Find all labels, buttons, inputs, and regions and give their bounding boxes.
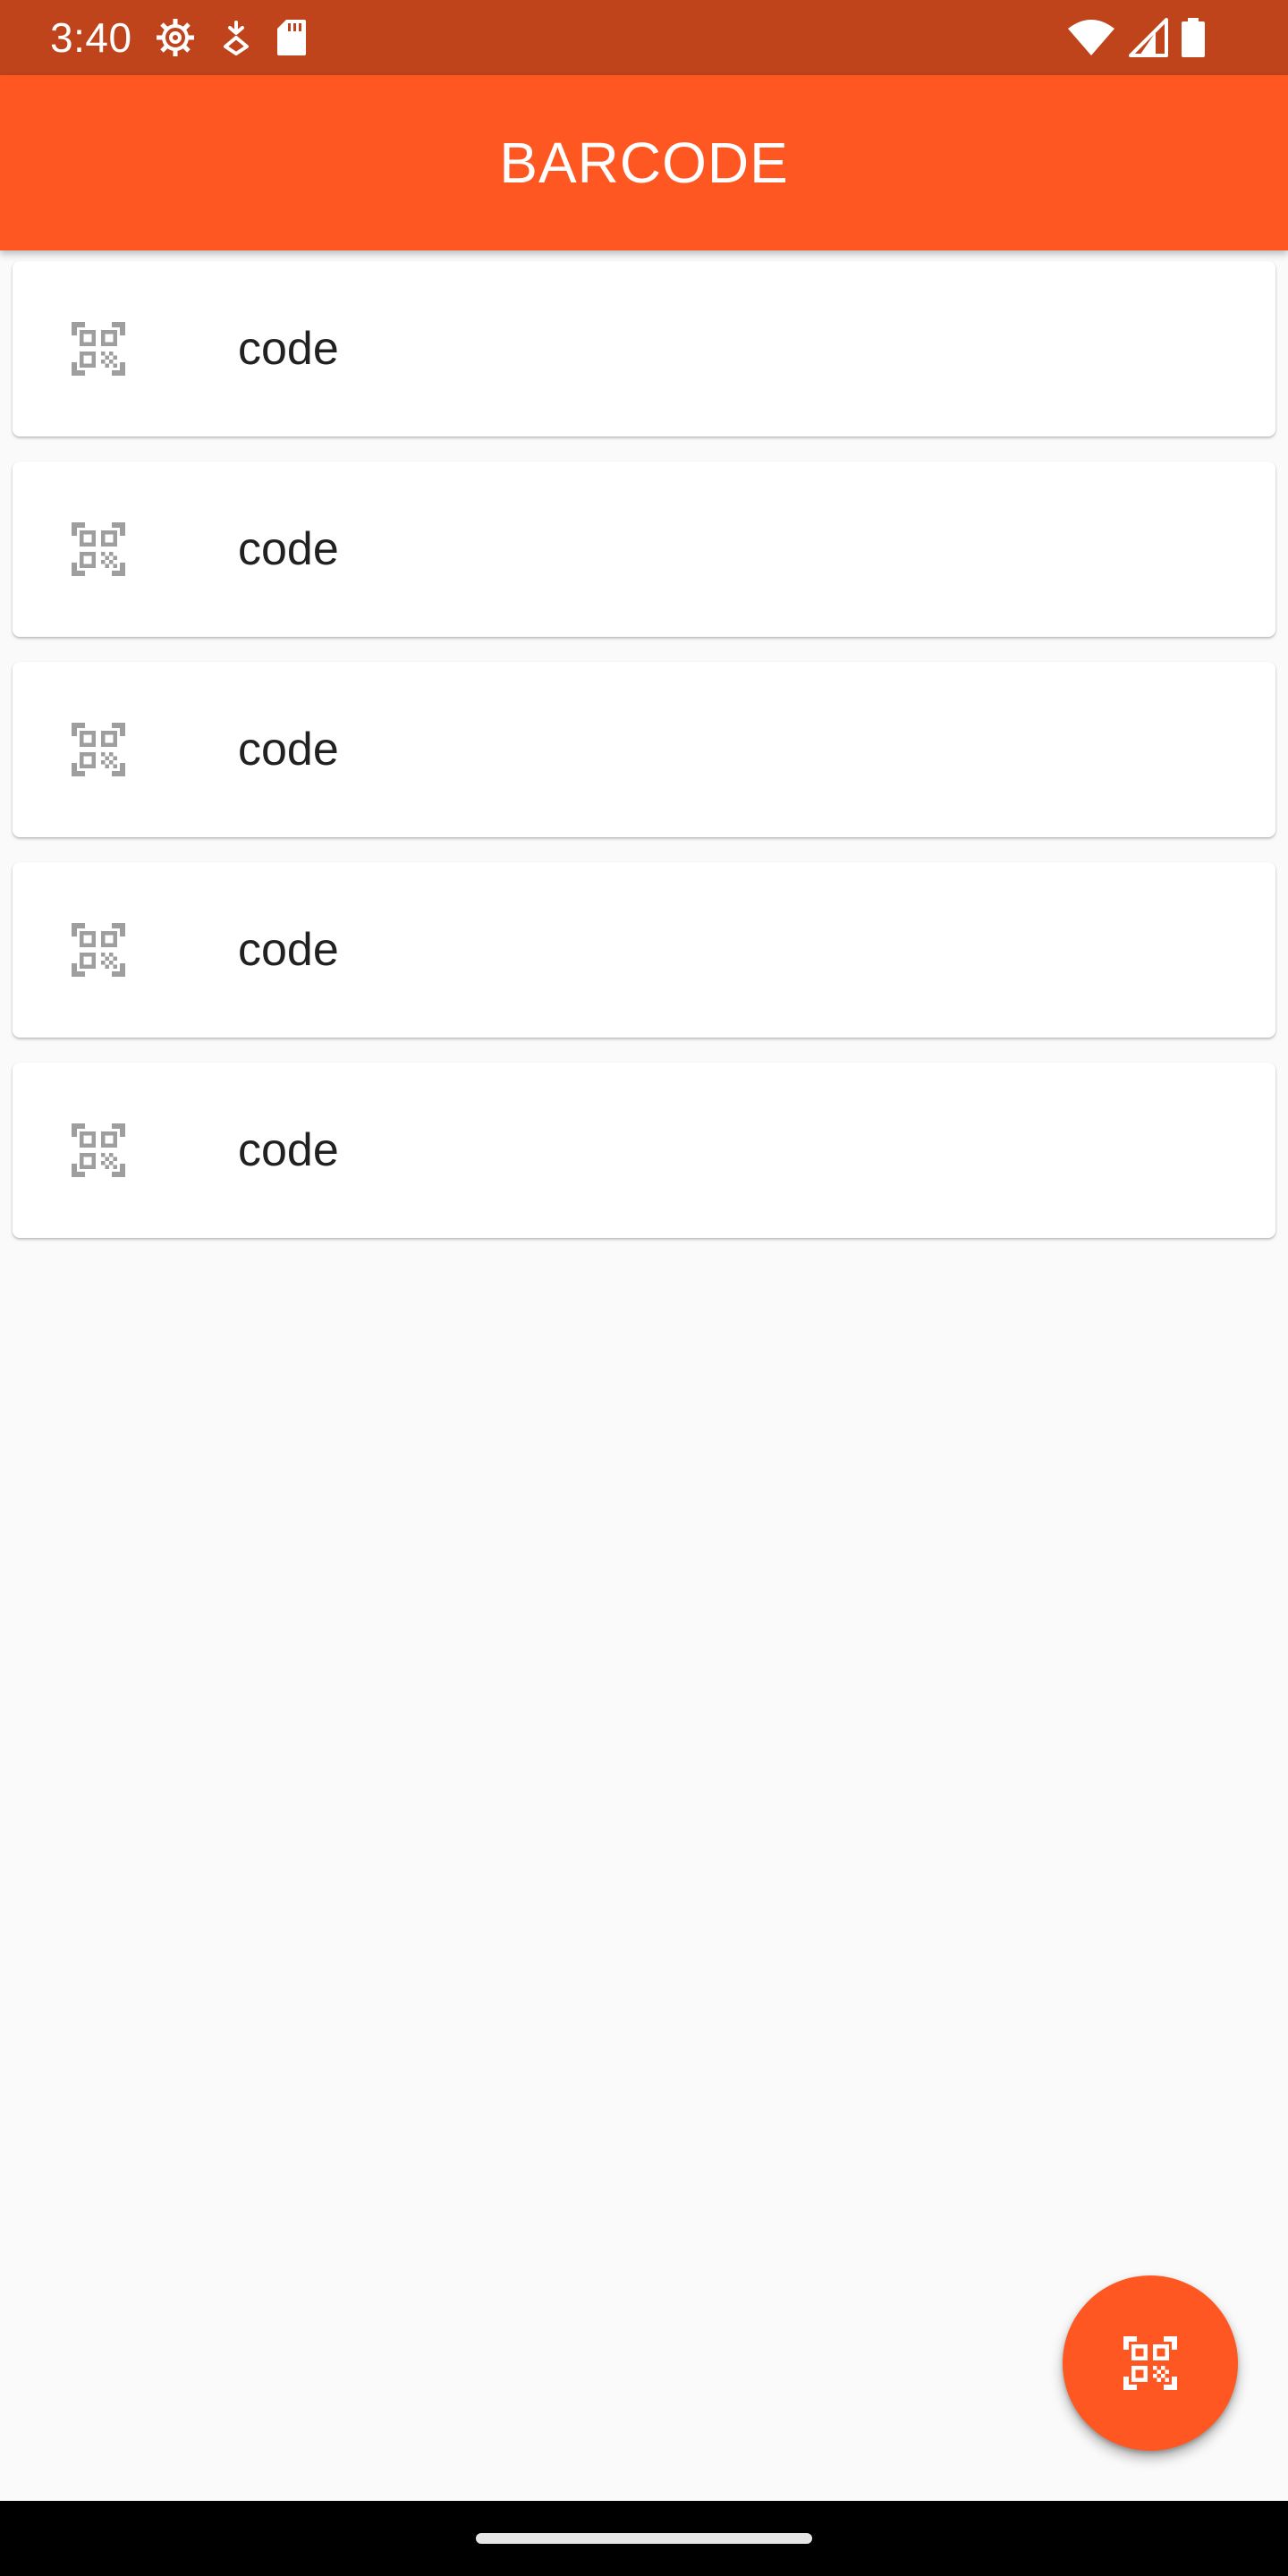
list-item[interactable]: code — [13, 862, 1275, 1038]
status-right-icons — [1066, 16, 1206, 59]
list-item[interactable]: code — [13, 1063, 1275, 1238]
list-item-label: code — [238, 924, 339, 976]
list-item[interactable]: code — [13, 462, 1275, 637]
qr-code-scanner-icon — [72, 522, 125, 576]
settings-icon — [154, 16, 197, 59]
page-title: BARCODE — [499, 131, 789, 195]
qr-code-scanner-icon — [72, 923, 125, 977]
list-item-label: code — [238, 323, 339, 375]
home-gesture-handle[interactable] — [476, 2533, 812, 2544]
wifi-icon — [1066, 18, 1116, 57]
signal-icon — [1129, 18, 1168, 57]
qr-code-scanner-icon — [72, 322, 125, 376]
scan-fab-button[interactable] — [1063, 2275, 1238, 2451]
app-bar: BARCODE — [0, 75, 1288, 250]
navigation-bar — [0, 2501, 1288, 2576]
list-item-label: code — [238, 724, 339, 775]
status-left-icons — [154, 16, 308, 59]
qr-code-scanner-icon — [72, 723, 125, 776]
list-item[interactable]: code — [13, 261, 1275, 436]
list-item[interactable]: code — [13, 662, 1275, 837]
status-bar: 3:40 — [0, 0, 1288, 75]
sd-card-icon — [275, 18, 308, 57]
battery-icon — [1181, 17, 1206, 58]
code-list: code code code code code — [13, 261, 1275, 1263]
list-item-label: code — [238, 523, 339, 575]
qr-code-scanner-icon — [1123, 2336, 1177, 2390]
status-time: 3:40 — [50, 14, 132, 61]
list-item-label: code — [238, 1124, 339, 1176]
download-icon — [222, 20, 250, 55]
qr-code-scanner-icon — [72, 1123, 125, 1177]
